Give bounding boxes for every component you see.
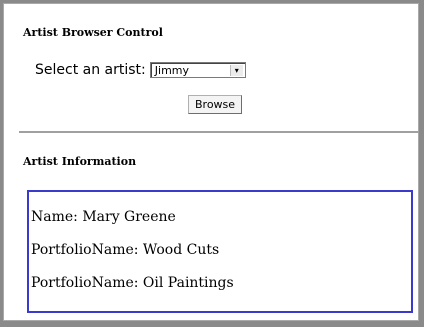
artist-browser-panel: Artist Browser Control Select an artist:… <box>3 3 419 321</box>
artist-select-value: Jimmy <box>154 63 190 77</box>
chevron-down-icon[interactable]: ▾ <box>229 65 243 76</box>
control-heading: Artist Browser Control <box>23 26 163 39</box>
portfolio-line: PortfolioName: Wood Cuts <box>31 242 220 258</box>
section-divider <box>19 131 419 133</box>
artist-info-box: Name: Mary Greene PortfolioName: Wood Cu… <box>27 190 413 313</box>
portfolio-line: PortfolioName: Oil Paintings <box>31 275 234 291</box>
artist-select-label: Select an artist: <box>35 62 146 78</box>
artist-select-row: Select an artist: Jimmy ▾ <box>35 62 246 78</box>
info-heading: Artist Information <box>23 155 137 168</box>
browse-button[interactable]: Browse <box>188 95 243 114</box>
artist-select[interactable]: Jimmy ▾ <box>149 62 246 78</box>
artist-name-line: Name: Mary Greene <box>31 209 176 225</box>
